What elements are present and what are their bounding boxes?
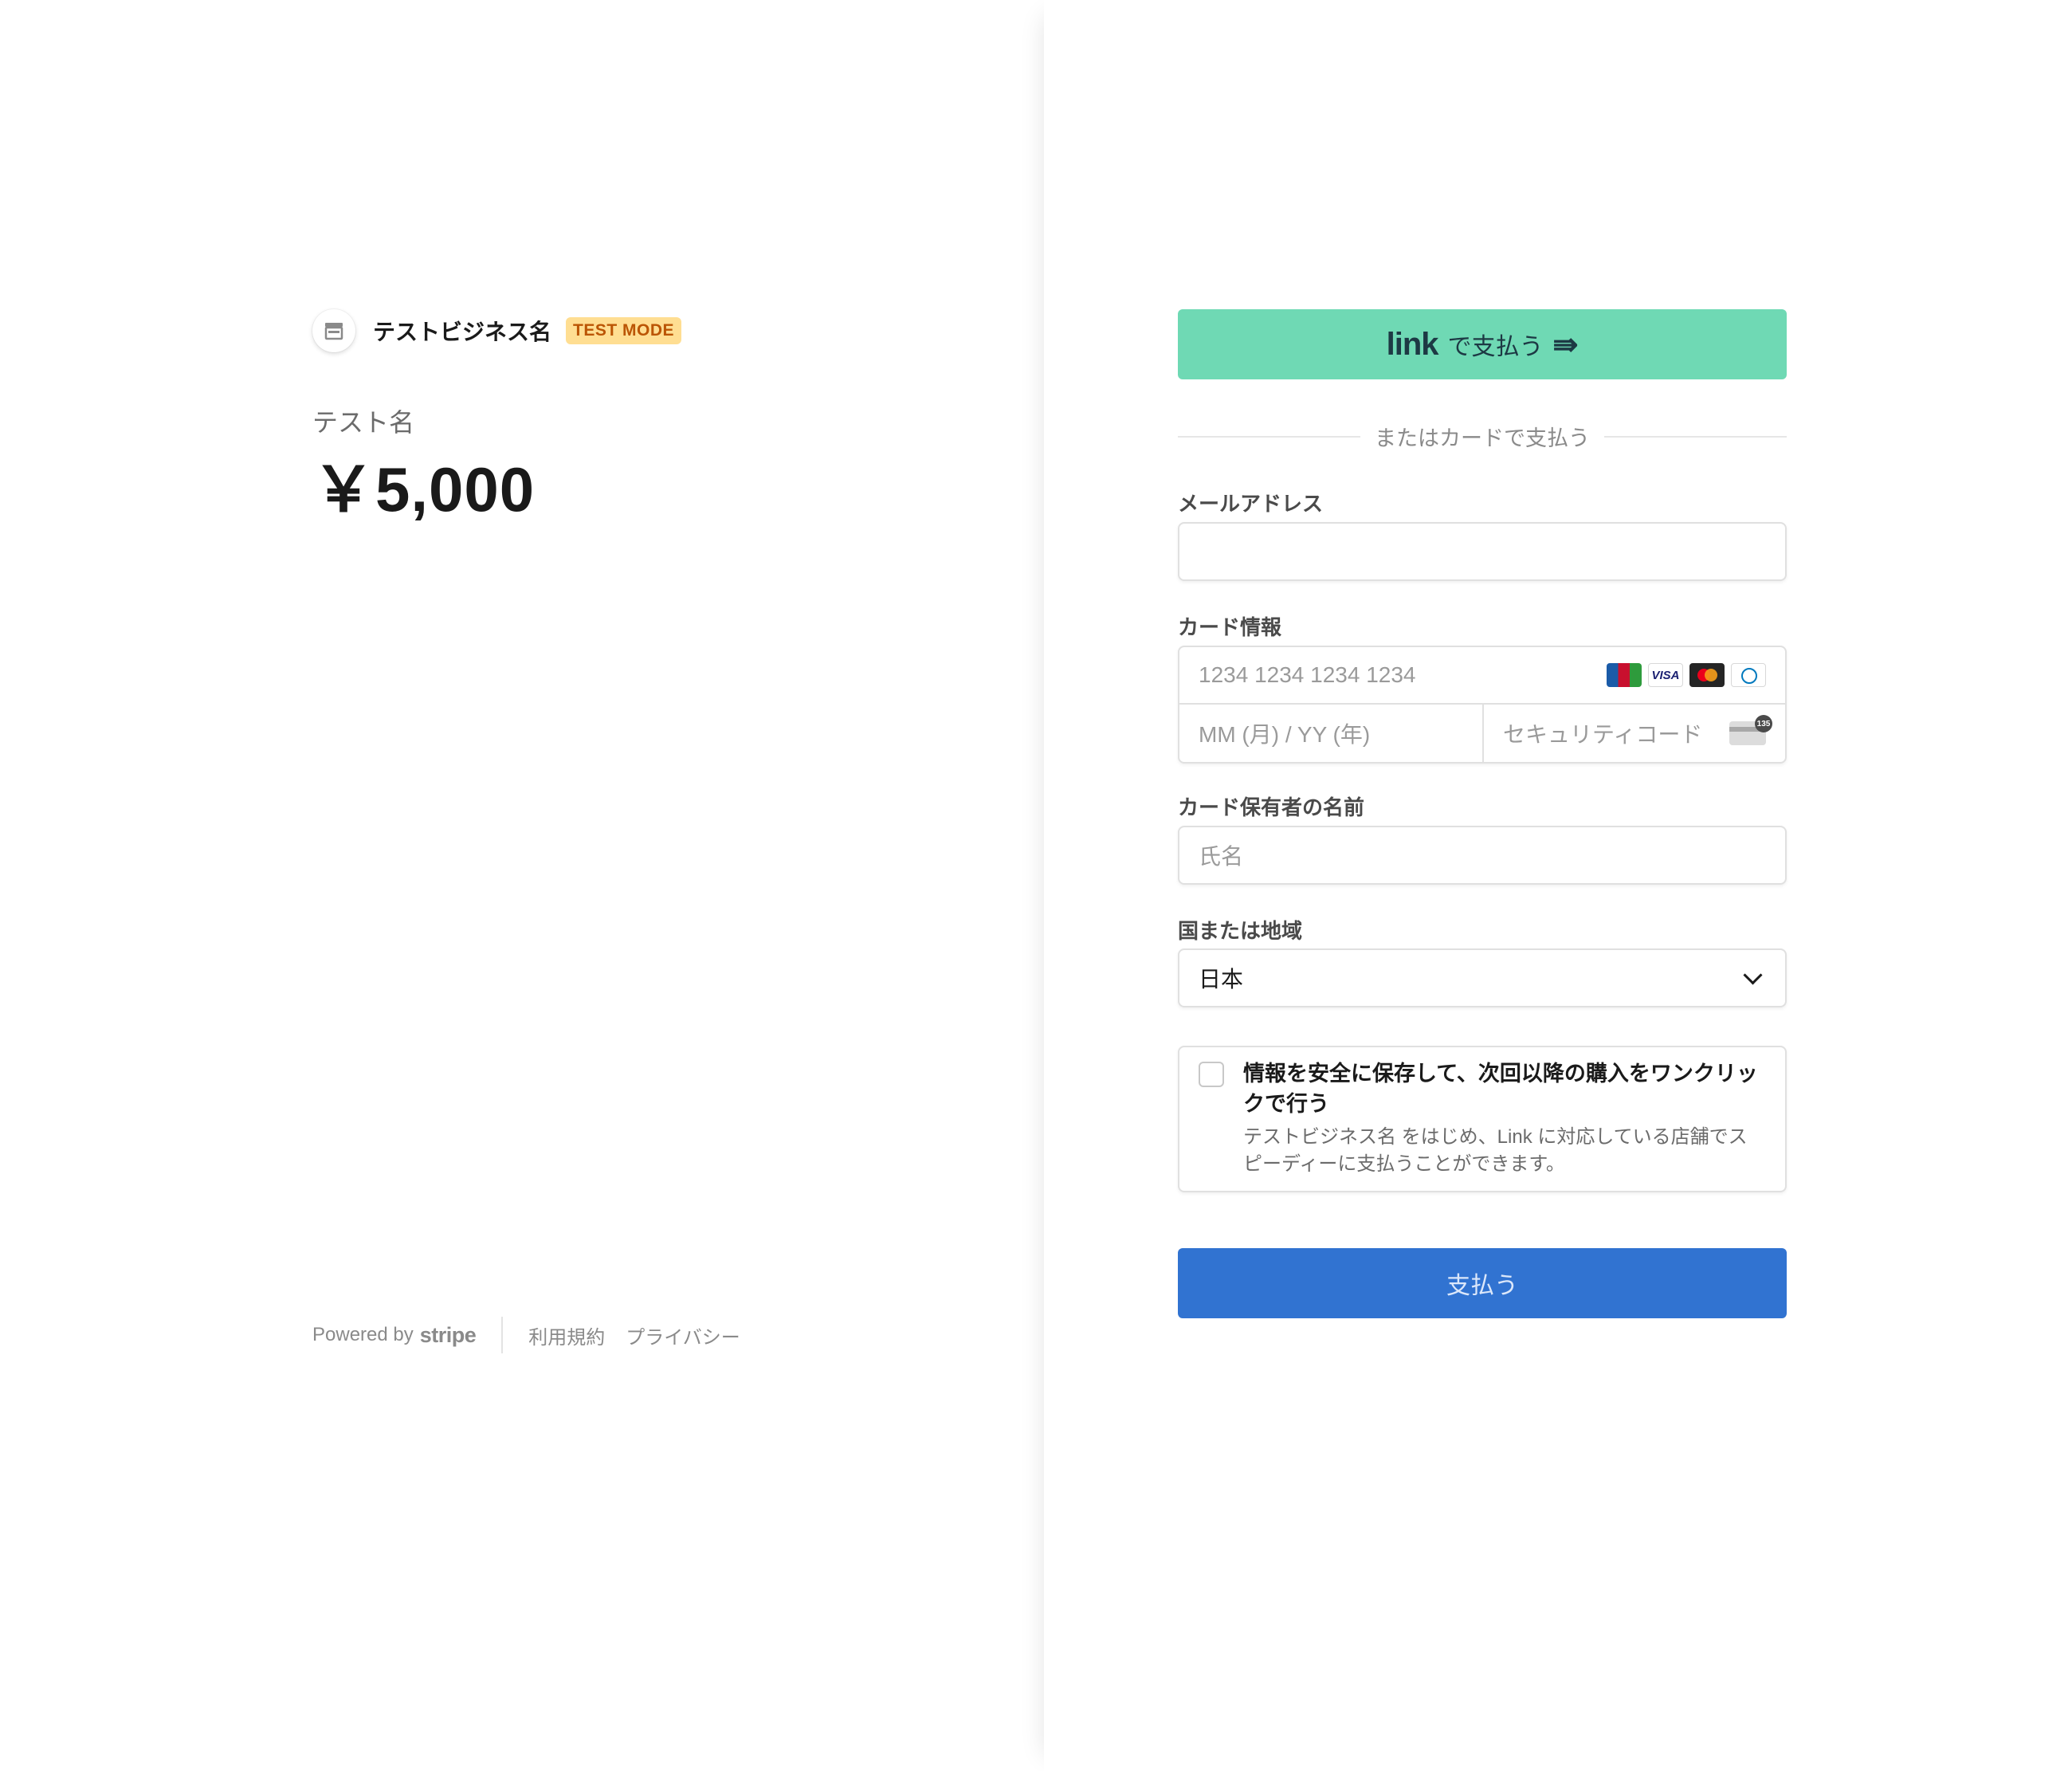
diners-club-icon: [1731, 663, 1766, 687]
divider-line-left: [1178, 435, 1360, 438]
arrow-right-icon: ⇛: [1552, 328, 1579, 362]
country-selected-value: 日本: [1199, 967, 1244, 992]
visa-icon: VISA: [1648, 663, 1683, 687]
card-number-field[interactable]: 1234 1234 1234 1234 VISA: [1179, 647, 1785, 705]
country-label: 国または地域: [1178, 919, 1303, 943]
merchant-header: テストビジネス名 TEST MODE: [312, 309, 682, 352]
cardholder-name-placeholder: 氏名: [1199, 844, 1244, 869]
pay-button[interactable]: 支払う: [1178, 1248, 1787, 1318]
save-info-title[interactable]: 情報を安全に保存して、次回以降の購入をワンクリックで行う: [1243, 1058, 1761, 1119]
terms-link[interactable]: 利用規約: [528, 1321, 605, 1349]
cardholder-label: カード保有者の名前: [1178, 795, 1365, 819]
store-icon: [312, 309, 355, 352]
jcb-icon: [1607, 663, 1642, 687]
card-info-group: 1234 1234 1234 1234 VISA MM (月) / YY (年)…: [1178, 646, 1787, 764]
email-label: メールアドレス: [1178, 492, 1324, 516]
card-cvc-field[interactable]: セキュリティコード 135: [1484, 705, 1785, 762]
link-button-label: で支払う: [1447, 334, 1544, 360]
powered-by-text: Powered by: [312, 1324, 414, 1345]
save-info-description: テストビジネス名 をはじめ、Link に対応している店舗でスピーディーに支払うこ…: [1243, 1126, 1748, 1175]
divider-line-right: [1604, 435, 1787, 438]
merchant-name: テストビジネス名: [373, 320, 552, 344]
link-logo: link: [1386, 326, 1439, 362]
card-expiry-placeholder: MM (月) / YY (年): [1199, 722, 1371, 747]
country-select[interactable]: 日本: [1178, 948, 1787, 1007]
cvc-badge: 135: [1755, 715, 1772, 732]
card-cvc-placeholder: セキュリティコード: [1503, 722, 1703, 747]
privacy-link[interactable]: プライバシー: [626, 1321, 740, 1349]
test-mode-badge: TEST MODE: [566, 317, 682, 344]
cvc-card-icon: 135: [1729, 715, 1772, 745]
or-divider: またはカードで支払う: [1178, 421, 1787, 452]
card-number-placeholder: 1234 1234 1234 1234: [1199, 662, 1416, 687]
save-info-box: 情報を安全に保存して、次回以降の購入をワンクリックで行う テストビジネス名 をは…: [1178, 1046, 1787, 1192]
store-icon-glyph: [324, 323, 343, 340]
mastercard-icon: [1689, 663, 1725, 687]
price-amount: ￥5,000: [312, 454, 536, 524]
order-summary-pane: テストビジネス名 TEST MODE テスト名 ￥5,000 Powered b…: [0, 0, 1044, 1771]
chevron-down-icon: [1743, 964, 1763, 985]
save-info-checkbox[interactable]: [1199, 1062, 1224, 1087]
cardholder-name-field[interactable]: 氏名: [1178, 826, 1787, 885]
footer: Powered by stripe 利用規約 プライバシー: [312, 1317, 761, 1353]
footer-divider: [501, 1317, 504, 1353]
product-name: テスト名: [312, 408, 415, 437]
or-divider-text: またはカードで支払う: [1375, 426, 1590, 450]
email-field[interactable]: [1178, 522, 1787, 581]
stripe-logo[interactable]: stripe: [420, 1323, 477, 1348]
card-expiry-field[interactable]: MM (月) / YY (年): [1179, 705, 1484, 762]
payment-form-pane: [1044, 0, 2072, 1771]
pay-with-link-button[interactable]: link で支払う ⇛: [1178, 309, 1787, 379]
card-info-label: カード情報: [1178, 615, 1282, 639]
